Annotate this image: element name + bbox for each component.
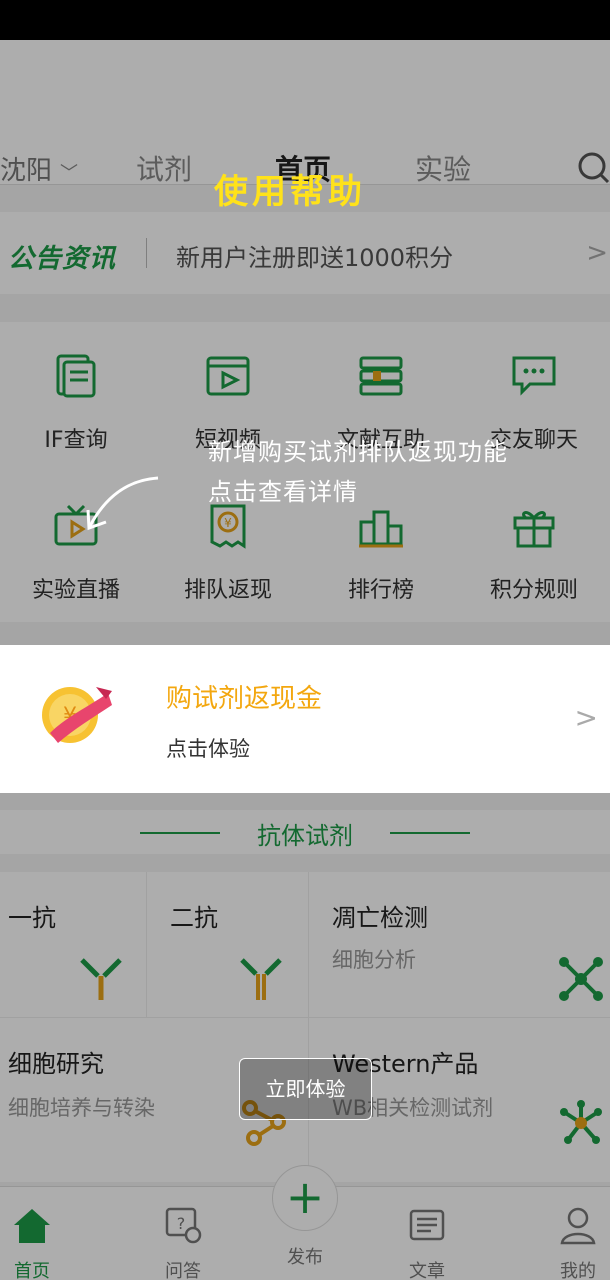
chevron-right-icon: > <box>574 701 598 734</box>
guide-hint: 新增购买试剂排队返现功能 点击查看详情 <box>208 432 598 512</box>
guide-overlay-top[interactable] <box>0 40 610 645</box>
promo-title: 购试剂返现金 <box>166 684 323 714</box>
promo-card[interactable]: ¥ 购试剂返现金 点击体验 > <box>0 645 610 793</box>
guide-title: 使用帮助 <box>214 172 366 212</box>
guide-hint-line: 点击查看详情 <box>208 478 358 506</box>
status-bar <box>0 0 610 40</box>
promo-subtitle: 点击体验 <box>166 737 250 761</box>
cash-coin-icon: ¥ <box>42 687 112 743</box>
guide-overlay-bottom[interactable] <box>0 793 610 1280</box>
curved-arrow-icon <box>86 476 159 531</box>
guide-hint-line: 新增购买试剂排队返现功能 <box>208 438 508 466</box>
try-now-button[interactable]: 立即体验 <box>239 1058 372 1120</box>
